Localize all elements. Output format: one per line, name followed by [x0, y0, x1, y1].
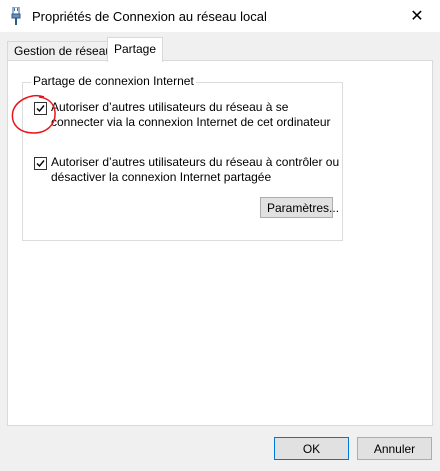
allow-connect-option[interactable]: Autoriser d’autres utilisateurs du résea…: [34, 100, 341, 130]
tab-label: Partage: [114, 42, 157, 56]
title-bar: Propriétés de Connexion au réseau local …: [0, 0, 440, 32]
allow-control-option[interactable]: Autoriser d’autres utilisateurs du résea…: [34, 155, 341, 185]
allow-connect-checkbox[interactable]: [34, 102, 47, 115]
checkmark-icon: [36, 160, 45, 168]
settings-button[interactable]: Paramètres...: [260, 197, 339, 218]
cancel-button[interactable]: Annuler: [357, 437, 432, 460]
tab-label: Gestion de réseau: [14, 44, 113, 58]
checkmark-icon: [36, 105, 45, 113]
tab-gestion-de-reseau[interactable]: Gestion de réseau: [7, 41, 120, 61]
tab-panel-partage: Partage de connexion Internet Autoriser …: [7, 60, 433, 426]
close-icon: ✕: [410, 8, 424, 25]
network-cable-icon: [10, 6, 22, 25]
internet-sharing-group: Partage de connexion Internet Autoriser …: [22, 74, 343, 241]
properties-dialog: Propriétés de Connexion au réseau local …: [0, 0, 440, 471]
ok-button[interactable]: OK: [274, 437, 349, 460]
allow-connect-label: Autoriser d’autres utilisateurs du résea…: [51, 100, 331, 129]
close-button[interactable]: ✕: [394, 0, 440, 32]
allow-control-label: Autoriser d’autres utilisateurs du résea…: [51, 155, 340, 184]
allow-control-checkbox[interactable]: [34, 157, 47, 170]
tab-partage[interactable]: Partage: [107, 37, 164, 62]
group-title: Partage de connexion Internet: [31, 74, 196, 88]
window-title: Propriétés de Connexion au réseau local: [32, 9, 267, 24]
